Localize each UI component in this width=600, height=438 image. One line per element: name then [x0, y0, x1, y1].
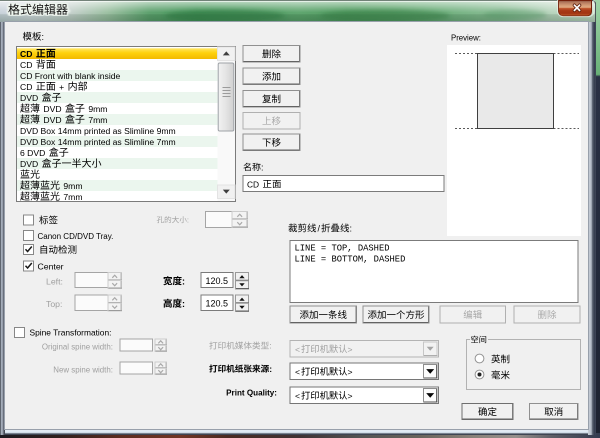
svg-text:120.5: 120.5: [206, 276, 229, 286]
svg-text:120.5: 120.5: [206, 298, 229, 308]
svg-text:Spine Transformation:: Spine Transformation:: [30, 327, 112, 337]
svg-text:Center: Center: [38, 262, 64, 272]
svg-text:DVD: DVD: [20, 93, 41, 103]
svg-text:DVD Box 14mm printed as Slimli: DVD Box 14mm printed as Slimline 7mm: [20, 137, 176, 147]
svg-text:DVD: DVD: [20, 159, 41, 169]
svg-text:CD: CD: [247, 179, 261, 189]
svg-text::: :: [350, 224, 353, 234]
svg-text:>: >: [348, 344, 353, 354]
svg-text::: :: [269, 364, 272, 374]
svg-text:Preview:: Preview:: [451, 34, 481, 43]
svg-text:>: >: [348, 367, 353, 377]
svg-text:CD: CD: [20, 49, 35, 59]
svg-text:6 DVD: 6 DVD: [20, 148, 48, 158]
svg-text:Print Quality:: Print Quality:: [226, 389, 277, 398]
svg-text:LINE = BOTTOM, DASHED: LINE = BOTTOM, DASHED: [295, 255, 406, 265]
svg-text:Left:: Left:: [46, 276, 63, 286]
svg-text::: :: [187, 216, 189, 225]
svg-text:Canon CD/DVD Tray.: Canon CD/DVD Tray.: [38, 232, 114, 241]
svg-text:>: >: [348, 391, 353, 401]
svg-text:Original spine width:: Original spine width:: [42, 342, 113, 351]
svg-text:9mm: 9mm: [86, 104, 107, 114]
svg-text:9mm: 9mm: [61, 181, 82, 191]
svg-text:<: <: [295, 391, 300, 401]
svg-text::: :: [269, 341, 271, 351]
svg-text:7mm: 7mm: [86, 115, 107, 125]
svg-text:Top:: Top:: [46, 299, 62, 309]
svg-text:DVD: DVD: [41, 115, 64, 125]
svg-text:7mm: 7mm: [61, 192, 82, 202]
svg-text::: :: [182, 299, 185, 309]
svg-text::: :: [261, 162, 264, 172]
svg-text::: :: [182, 276, 185, 286]
svg-text:CD: CD: [20, 60, 35, 70]
svg-text:+: +: [57, 82, 67, 92]
svg-text:<: <: [295, 344, 300, 354]
svg-text:New spine width:: New spine width:: [53, 365, 113, 374]
svg-text::: :: [42, 32, 45, 42]
svg-text:CD: CD: [20, 82, 35, 92]
svg-text:CD Front with blank inside: CD Front with blank inside: [20, 71, 121, 81]
svg-text:DVD Box 14mm printed as Slimli: DVD Box 14mm printed as Slimline 9mm: [20, 126, 176, 136]
svg-text:DVD: DVD: [41, 104, 64, 114]
svg-text:LINE = TOP, DASHED: LINE = TOP, DASHED: [295, 243, 390, 253]
svg-text:<: <: [295, 367, 300, 377]
